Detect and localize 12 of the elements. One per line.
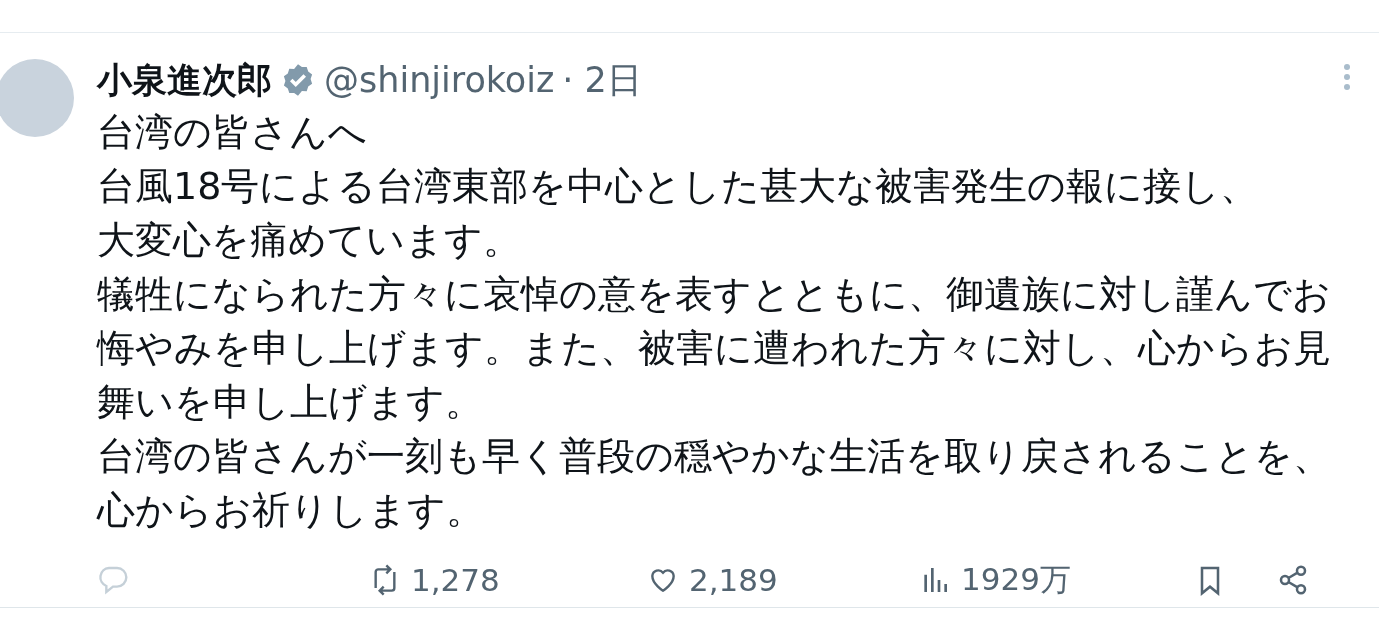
views-count: 1929万: [961, 560, 1071, 599]
post-text: 台湾の皆さんへ: [97, 109, 368, 156]
post-text: 台風18号による台湾東部を中心とした甚大な被害発生の報に接し、: [97, 163, 1260, 210]
post-text: 犠牲になられた方々に哀悼の意を表すとともに、御遺族に対し謹んでお悔やみを申し上げます。また、被害に遭われた方々に対し、心からお見舞いを申し上げます。: [97, 271, 1332, 426]
post-time[interactable]: · 2日: [562, 56, 642, 104]
author-handle[interactable]: @shinjirokoiz: [324, 60, 555, 100]
post-text: 大変心を痛めています。: [97, 217, 522, 264]
post-text: 台湾の皆さんが一刻も早く普段の穏やかな生活を取り戻されることを、心からお祈りします。: [97, 433, 1332, 534]
like-count: 2,189: [689, 562, 778, 598]
author-name[interactable]: 小泉進次郎: [97, 56, 272, 104]
share-icon[interactable]: [1277, 564, 1309, 596]
repost-count: 1,278: [411, 562, 500, 598]
